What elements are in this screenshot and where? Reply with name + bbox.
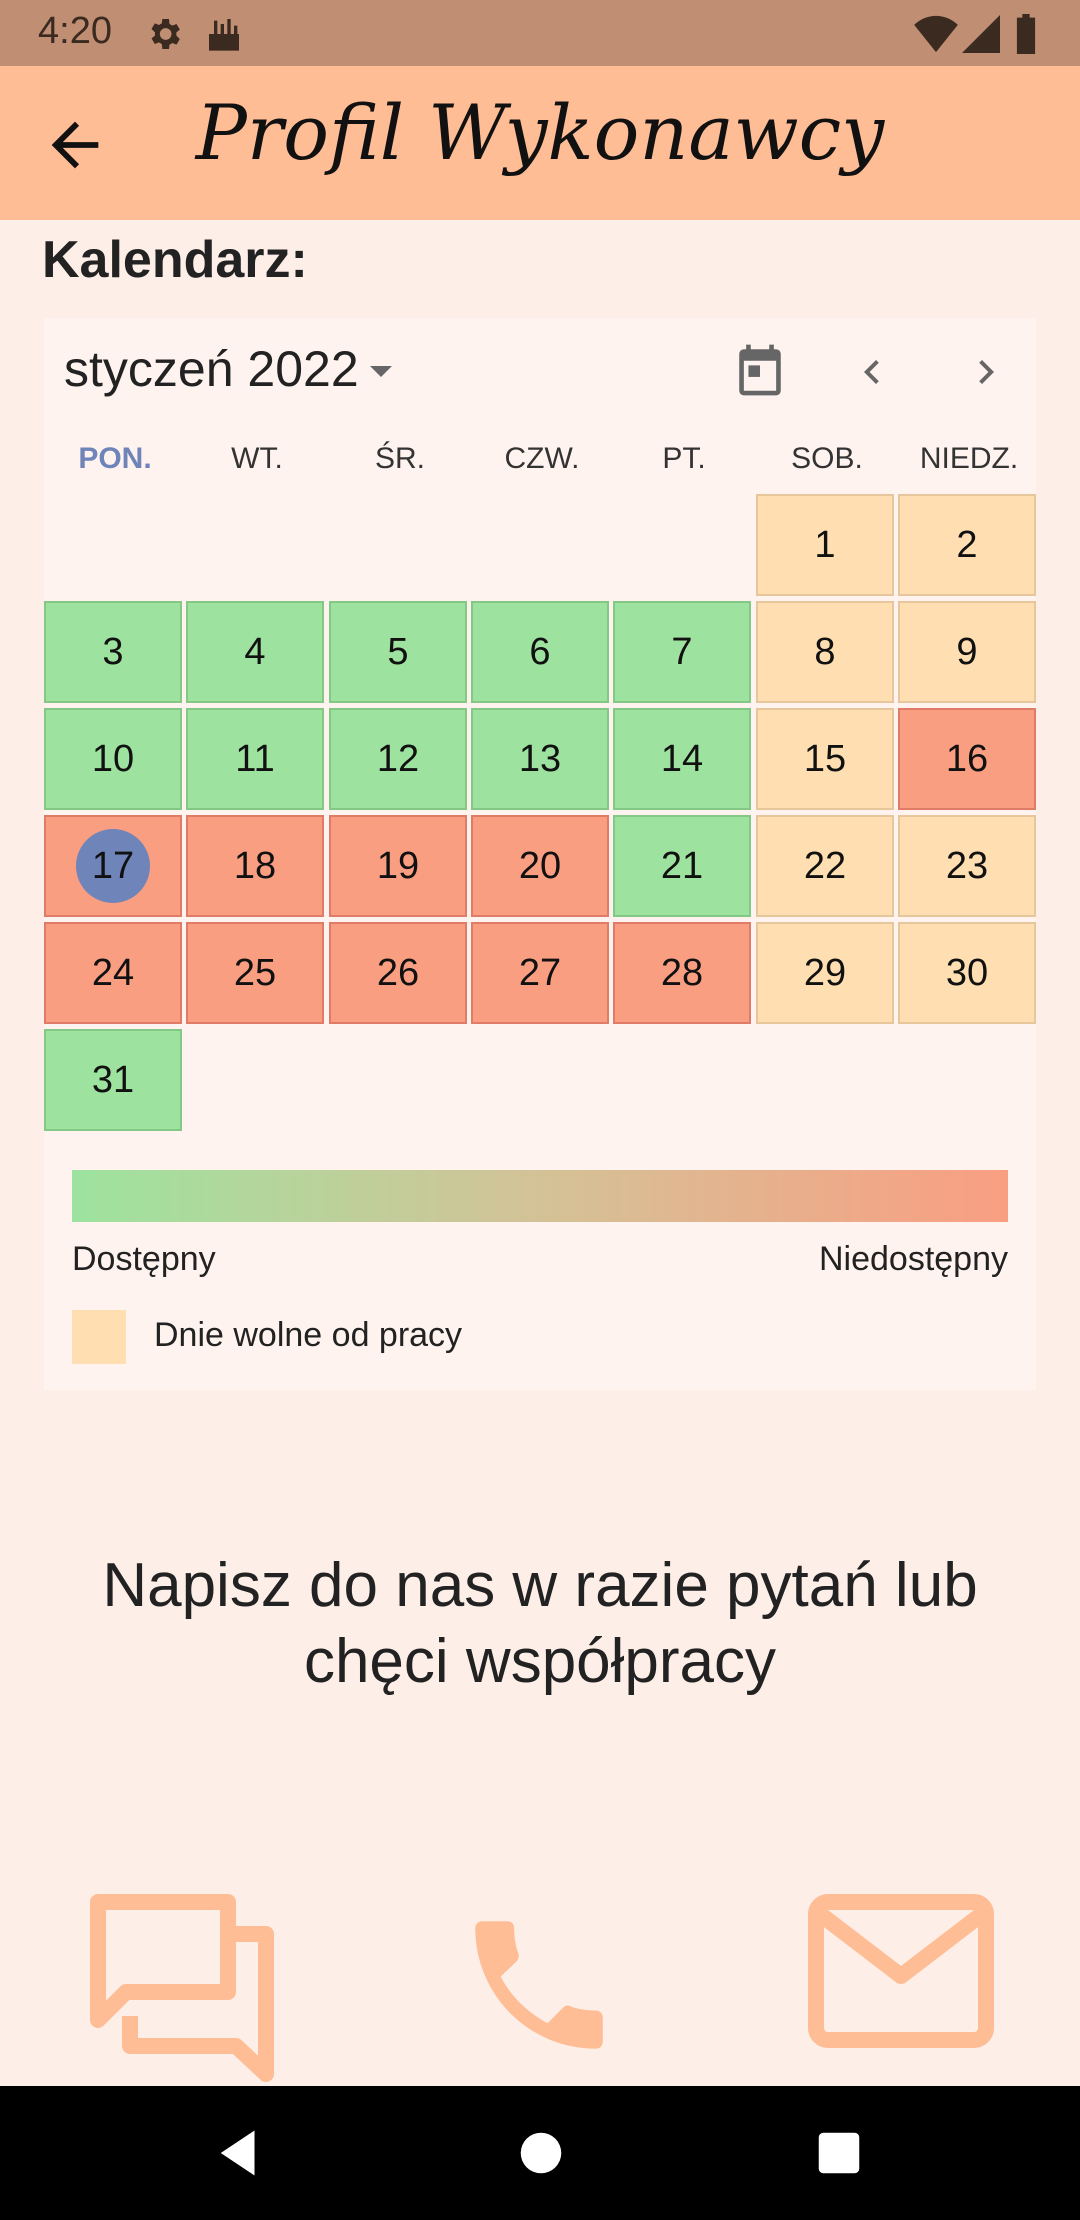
today-marker: 17 xyxy=(76,829,150,903)
battery-icon xyxy=(1016,14,1036,54)
calendar-day[interactable]: 15 xyxy=(756,708,894,810)
calendar-day[interactable]: 8 xyxy=(756,601,894,703)
navigation-bar xyxy=(0,2086,1080,2220)
nav-recents-icon[interactable] xyxy=(812,2126,866,2180)
dropdown-caret-icon[interactable] xyxy=(370,366,392,377)
calendar: styczeń 2022 PON. WT. ŚR. CZW. PT. SOB. NIEDZ.… xyxy=(44,318,1036,1390)
calendar-day[interactable]: 17 xyxy=(44,815,182,917)
phone-icon[interactable] xyxy=(454,1890,624,2080)
calendar-day[interactable]: 6 xyxy=(471,601,609,703)
status-bar: 4:20 xyxy=(0,0,1080,66)
gear-icon xyxy=(151,19,180,49)
calendar-day[interactable]: 30 xyxy=(898,922,1036,1024)
weekday-label: NIEDZ. xyxy=(919,442,1019,475)
page-title: Profil Wykonawcy xyxy=(195,88,885,177)
tools-icon xyxy=(209,19,239,51)
weekday-label: WT. xyxy=(231,442,283,475)
contact-text: Napisz do nas w razie pytań lub chęci ws… xyxy=(102,1551,978,1696)
calendar-day[interactable]: 10 xyxy=(44,708,182,810)
legend-unavailable-label: Niedostępny xyxy=(818,1240,1008,1278)
chevron-right-icon[interactable] xyxy=(962,348,1010,396)
calendar-day[interactable]: 9 xyxy=(898,601,1036,703)
calendar-day[interactable]: 31 xyxy=(44,1029,182,1131)
weekday-label: SOB. xyxy=(791,442,863,475)
calendar-day[interactable]: 27 xyxy=(471,922,609,1024)
calendar-day[interactable]: 19 xyxy=(329,815,467,917)
signal-icon xyxy=(962,15,1000,53)
availability-gradient xyxy=(72,1170,1008,1222)
month-label[interactable]: styczeń 2022 xyxy=(64,340,359,398)
legend-off-label: Dnie wolne od pracy xyxy=(154,1316,463,1354)
legend-off-swatch xyxy=(72,1310,126,1364)
weekday-label: PT. xyxy=(662,442,706,475)
calendar-day[interactable]: 14 xyxy=(613,708,751,810)
calendar-day[interactable]: 23 xyxy=(898,815,1036,917)
wifi-icon xyxy=(914,15,958,53)
calendar-day[interactable]: 28 xyxy=(613,922,751,1024)
nav-home-icon[interactable] xyxy=(514,2126,568,2180)
calendar-day[interactable]: 20 xyxy=(471,815,609,917)
calendar-day[interactable]: 25 xyxy=(186,922,324,1024)
calendar-day[interactable]: 26 xyxy=(329,922,467,1024)
section-title: Kalendarz: xyxy=(42,231,308,289)
calendar-day[interactable]: 18 xyxy=(186,815,324,917)
status-time: 4:20 xyxy=(38,10,112,52)
legend-available-label: Dostępny xyxy=(72,1240,216,1278)
calendar-day[interactable]: 24 xyxy=(44,922,182,1024)
calendar-day[interactable]: 29 xyxy=(756,922,894,1024)
calendar-grid: 1 2 3 4 5 6 7 8 9 10 11 12 13 14 15 16 17 18 19 20 21 22 23 24 2… xyxy=(44,494,1036,1134)
weekday-label: CZW. xyxy=(504,442,580,475)
weekday-label: ŚR. xyxy=(374,442,425,475)
calendar-day[interactable]: 5 xyxy=(329,601,467,703)
chat-icon[interactable] xyxy=(86,1890,276,2084)
calendar-day[interactable]: 2 xyxy=(898,494,1036,596)
calendar-day[interactable]: 11 xyxy=(186,708,324,810)
calendar-day[interactable]: 3 xyxy=(44,601,182,703)
calendar-day[interactable]: 16 xyxy=(898,708,1036,810)
weekday-label: PON. xyxy=(78,442,152,475)
mail-icon[interactable] xyxy=(806,1890,996,2050)
calendar-day[interactable]: 1 xyxy=(756,494,894,596)
calendar-day[interactable]: 7 xyxy=(613,601,751,703)
calendar-day[interactable]: 13 xyxy=(471,708,609,810)
chevron-left-icon[interactable] xyxy=(848,348,896,396)
app-bar: Profil Wykonawcy xyxy=(0,66,1080,220)
calendar-icon[interactable] xyxy=(732,340,788,400)
calendar-day[interactable]: 22 xyxy=(756,815,894,917)
calendar-day[interactable]: 4 xyxy=(186,601,324,703)
calendar-day[interactable]: 12 xyxy=(329,708,467,810)
nav-back-icon[interactable] xyxy=(214,2126,268,2180)
calendar-day[interactable]: 21 xyxy=(613,815,751,917)
